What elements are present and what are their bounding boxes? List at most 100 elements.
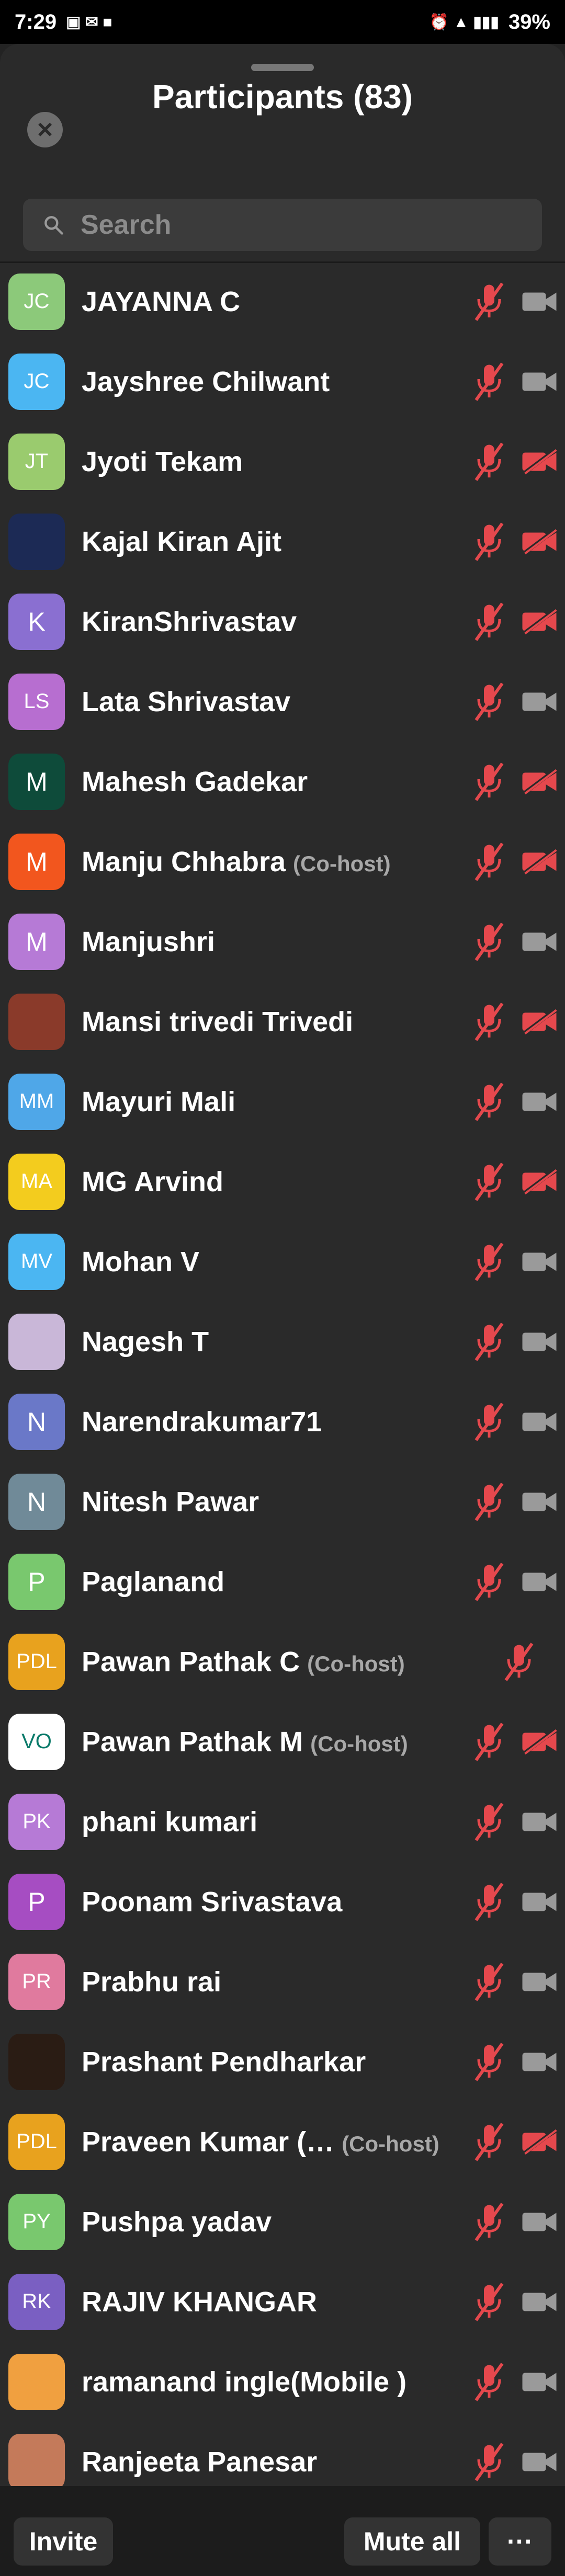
participant-name-wrap: Ranjeeta Panesar [82, 2446, 469, 2478]
participant-row[interactable]: K KiranShrivastav [0, 582, 565, 662]
participant-name-wrap: Prashant Pendharkar [82, 2046, 469, 2078]
avatar: P [8, 1873, 65, 1930]
mic-muted-icon [473, 1961, 505, 2003]
participant-row[interactable]: Nagesh T [0, 1302, 565, 1382]
participant-name-wrap: Jyoti Tekam [82, 446, 469, 478]
participant-row[interactable]: MM Mayuri Mali [0, 1062, 565, 1142]
mic-muted-icon [473, 361, 505, 403]
participant-row[interactable]: ramanand ingle(Mobile ) [0, 2342, 565, 2422]
participant-name-wrap: Mahesh Gadekar [82, 766, 469, 798]
notification-icons: ▣ ✉ ■ [66, 13, 112, 31]
more-options-button[interactable]: ··· [489, 2517, 551, 2566]
avatar: MM [8, 1073, 65, 1130]
participant-row[interactable]: N Narendrakumar71 [0, 1382, 565, 1462]
mic-muted-icon [473, 921, 505, 963]
mic-muted-icon [473, 1401, 505, 1443]
video-off-icon [521, 528, 558, 555]
invite-button[interactable]: Invite [14, 2517, 113, 2566]
search-input[interactable] [80, 209, 500, 241]
mic-muted-icon [473, 1001, 505, 1043]
video-icon [521, 688, 558, 715]
video-icon [521, 1088, 558, 1115]
participant-row[interactable]: M Mahesh Gadekar [0, 742, 565, 822]
cohost-label: (Co-host) [310, 1731, 408, 1756]
avatar: K [8, 593, 65, 650]
avatar: N [8, 1393, 65, 1450]
participant-name: MG Arvind [82, 1166, 224, 1198]
status-time: 7:29 [15, 10, 57, 33]
participant-name: Lata Shrivastav [82, 686, 291, 717]
avatar: M [8, 913, 65, 970]
mic-muted-icon [473, 681, 505, 723]
video-off-icon [521, 1728, 558, 1756]
participant-row[interactable]: M Manjushri [0, 902, 565, 982]
participant-name: Praveen Kumar (… [82, 2126, 335, 2158]
participant-row[interactable]: PDL Pawan Pathak C (Co-host) [0, 1622, 565, 1702]
sheet-grabber-handle[interactable] [251, 64, 314, 71]
participant-row[interactable]: M Manju Chhabra (Co-host) [0, 822, 565, 902]
video-icon [521, 1968, 558, 1996]
participant-row[interactable]: PK phani kumari [0, 1782, 565, 1862]
participant-row[interactable]: P Poonam Srivastava [0, 1862, 565, 1942]
close-button[interactable]: × [27, 112, 63, 147]
video-icon [521, 1888, 558, 1916]
participant-name-wrap: Jayshree Chilwant [82, 366, 469, 398]
video-icon [521, 1808, 558, 1836]
video-icon [521, 928, 558, 955]
participant-row[interactable]: JC JAYANNA C [0, 261, 565, 341]
video-icon [521, 2208, 558, 2236]
participant-name-wrap: ramanand ingle(Mobile ) [82, 2366, 469, 2398]
participant-row[interactable]: Prashant Pendharkar [0, 2022, 565, 2102]
mic-muted-icon [473, 281, 505, 323]
participant-row[interactable]: MA MG Arvind [0, 1142, 565, 1222]
participant-row[interactable]: JC Jayshree Chilwant [0, 341, 565, 421]
participant-name: RAJIV KHANGAR [82, 2286, 318, 2318]
participant-name-wrap: Pushpa yadav [82, 2206, 469, 2238]
participant-name: Jyoti Tekam [82, 446, 243, 477]
avatar: N [8, 1473, 65, 1530]
page-title: Participants (83) [152, 78, 413, 116]
participant-row[interactable]: N Nitesh Pawar [0, 1462, 565, 1542]
participant-row[interactable]: RK RAJIV KHANGAR [0, 2262, 565, 2342]
mic-muted-icon [473, 2041, 505, 2083]
avatar: RK [8, 2273, 65, 2330]
participant-name: Manjushri [82, 926, 216, 958]
participant-row[interactable]: PR Prabhu rai [0, 1942, 565, 2022]
battery-level: 39% [508, 10, 550, 33]
participant-row[interactable]: JT Jyoti Tekam [0, 421, 565, 501]
participant-name-wrap: Lata Shrivastav [82, 686, 469, 718]
participant-row[interactable]: PY Pushpa yadav [0, 2182, 565, 2262]
participant-row[interactable]: VO Pawan Pathak M (Co-host) [0, 1702, 565, 1782]
participant-row[interactable]: LS Lata Shrivastav [0, 662, 565, 742]
participant-name: Mayuri Mali [82, 1086, 236, 1118]
signal-icons: ⏰ ▲ ▮▮▮ [429, 13, 499, 31]
participant-row[interactable]: Mansi trivedi Trivedi [0, 982, 565, 1062]
mic-muted-icon [473, 2201, 505, 2243]
mic-muted-icon [473, 1561, 505, 1603]
mic-muted-icon [473, 1241, 505, 1283]
video-icon [521, 368, 558, 395]
participant-row[interactable]: MV Mohan V [0, 1222, 565, 1302]
participant-name-wrap: Nitesh Pawar [82, 1486, 469, 1518]
participant-name-wrap: Mansi trivedi Trivedi [82, 1006, 469, 1038]
mic-muted-icon [473, 1081, 505, 1123]
bottom-toolbar: Invite Mute all ··· [0, 2486, 565, 2576]
video-icon [521, 1248, 558, 1275]
mic-muted-icon [473, 2361, 505, 2403]
avatar [8, 1313, 65, 1370]
participant-row[interactable]: P Paglanand [0, 1542, 565, 1622]
participant-name: Narendrakumar71 [82, 1406, 322, 1438]
participant-name-wrap: Prabhu rai [82, 1966, 469, 1998]
avatar [8, 993, 65, 1050]
participant-name: Nitesh Pawar [82, 1486, 259, 1518]
participant-row[interactable]: Kajal Kiran Ajit [0, 501, 565, 582]
mute-all-button[interactable]: Mute all [344, 2517, 480, 2566]
video-off-icon [521, 448, 558, 475]
search-bar[interactable] [23, 199, 542, 251]
participant-name-wrap: Nagesh T [82, 1326, 469, 1358]
avatar: PK [8, 1793, 65, 1850]
avatar: JC [8, 353, 65, 410]
participant-row[interactable]: PDL Praveen Kumar (… (Co-host) [0, 2102, 565, 2182]
participant-name-wrap: Manju Chhabra (Co-host) [82, 846, 469, 878]
participant-name-wrap: phani kumari [82, 1806, 469, 1838]
